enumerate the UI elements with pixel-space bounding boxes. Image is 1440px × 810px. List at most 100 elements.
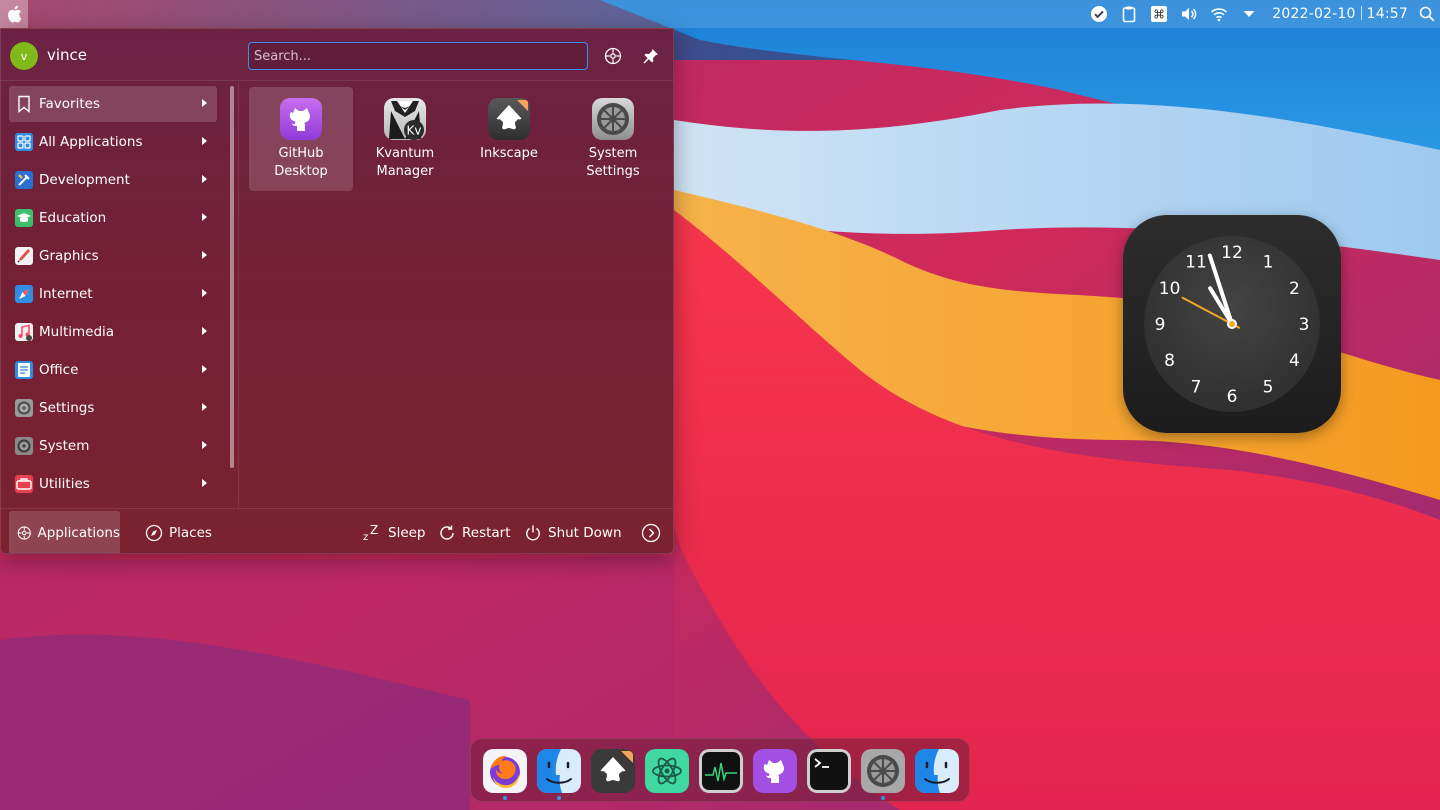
volume-icon bbox=[1182, 8, 1197, 20]
firefox-icon bbox=[483, 749, 527, 793]
tray-volume-button[interactable] bbox=[1174, 0, 1204, 28]
panel-clock[interactable]: 2022-02-10 14:57 bbox=[1264, 6, 1414, 22]
top-panel: ⌘ 2022-02-10 14:57 bbox=[0, 0, 1440, 28]
activity-monitor-icon bbox=[699, 749, 743, 793]
app-tile-system-settings[interactable]: System Settings bbox=[561, 87, 665, 191]
clock-numeral: 5 bbox=[1263, 377, 1274, 397]
dock-item-activity-monitor[interactable] bbox=[699, 749, 743, 793]
more-actions-button[interactable] bbox=[641, 511, 667, 553]
sidebar-item-internet[interactable]: Internet bbox=[9, 276, 217, 312]
sidebar-item-multimedia[interactable]: Multimedia bbox=[9, 314, 217, 350]
sidebar-item-label: Settings bbox=[39, 400, 95, 416]
app-tile-inkscape[interactable]: Inkscape bbox=[457, 87, 561, 191]
search-input[interactable] bbox=[248, 42, 588, 70]
sleep-label: Sleep bbox=[388, 525, 426, 541]
github-desktop-icon bbox=[753, 749, 797, 793]
sidebar-item-favorites[interactable]: Favorites bbox=[9, 86, 217, 122]
sidebar-item-graphics[interactable]: Graphics bbox=[9, 238, 217, 274]
utilities-icon bbox=[13, 473, 35, 495]
dock-item-firefox[interactable] bbox=[483, 749, 527, 793]
tab-places[interactable]: Places bbox=[137, 511, 227, 553]
sidebar-item-label: Development bbox=[39, 172, 130, 188]
command-key-icon: ⌘ bbox=[1151, 6, 1168, 22]
chevron-right-circle-icon bbox=[641, 523, 661, 543]
apple-menu-button[interactable] bbox=[0, 0, 28, 28]
dock-item-atom[interactable] bbox=[645, 749, 689, 793]
sidebar-item-office[interactable]: Office bbox=[9, 352, 217, 388]
panel-date: 2022-02-10 bbox=[1272, 6, 1356, 22]
app-label: System Settings bbox=[586, 146, 640, 179]
running-indicator bbox=[881, 796, 885, 800]
clock-numeral: 3 bbox=[1299, 315, 1310, 335]
sidebar-item-settings[interactable]: Settings bbox=[9, 390, 217, 426]
clock-numeral: 8 bbox=[1164, 351, 1175, 371]
sidebar-item-all-applications[interactable]: All Applications bbox=[9, 124, 217, 160]
submenu-arrow-icon bbox=[202, 327, 207, 335]
favorites-grid: GitHub Desktop Kv Kvantum Manager Inksca… bbox=[249, 87, 669, 507]
submenu-arrow-icon bbox=[202, 251, 207, 259]
tray-check-button[interactable] bbox=[1084, 0, 1114, 28]
office-icon bbox=[13, 359, 35, 381]
dock-item-system-settings[interactable] bbox=[861, 749, 905, 793]
sidebar-item-label: All Applications bbox=[39, 134, 143, 150]
pin-icon bbox=[643, 49, 658, 64]
configure-button[interactable] bbox=[601, 44, 625, 68]
dock-item-finder[interactable] bbox=[537, 749, 581, 793]
sidebar-item-system[interactable]: System bbox=[9, 428, 217, 464]
tray-command-button[interactable]: ⌘ bbox=[1144, 0, 1174, 28]
tray-wifi-button[interactable] bbox=[1204, 0, 1234, 28]
avatar-initial: v bbox=[20, 49, 28, 63]
clock-numeral: 12 bbox=[1221, 243, 1243, 263]
running-indicator bbox=[503, 796, 507, 800]
tab-applications-label: Applications bbox=[37, 525, 120, 541]
submenu-arrow-icon bbox=[202, 99, 207, 107]
submenu-arrow-icon bbox=[202, 441, 207, 449]
github-desktop-icon bbox=[280, 98, 322, 140]
dock-item-github-desktop[interactable] bbox=[753, 749, 797, 793]
shutdown-label: Shut Down bbox=[548, 525, 622, 541]
sidebar-item-label: Office bbox=[39, 362, 79, 378]
panel-search-button[interactable] bbox=[1414, 0, 1440, 28]
inkscape-icon bbox=[488, 98, 530, 140]
tray-expand-button[interactable] bbox=[1234, 0, 1264, 28]
submenu-arrow-icon bbox=[202, 213, 207, 221]
dock-item-inkscape[interactable] bbox=[591, 749, 635, 793]
launcher-footer: Applications Places zZ Sleep Restart Shu… bbox=[1, 508, 673, 553]
submenu-arrow-icon bbox=[202, 289, 207, 297]
sidebar-scrollbar[interactable] bbox=[230, 86, 234, 468]
tray-clipboard-button[interactable] bbox=[1114, 0, 1144, 28]
dock-item-finder-2[interactable] bbox=[915, 749, 959, 793]
system-settings-icon bbox=[861, 749, 905, 793]
user-name: vince bbox=[47, 46, 88, 64]
dock-item-terminal[interactable] bbox=[807, 749, 851, 793]
restart-button[interactable]: Restart bbox=[438, 511, 511, 553]
sidebar-item-utilities[interactable]: Utilities bbox=[9, 466, 217, 502]
sidebar-item-label: Graphics bbox=[39, 248, 99, 264]
graphics-icon bbox=[13, 245, 35, 267]
avatar[interactable]: v bbox=[10, 42, 38, 70]
sidebar-item-education[interactable]: Education bbox=[9, 200, 217, 236]
clock-divider bbox=[1360, 6, 1362, 20]
settings-gear-icon bbox=[604, 47, 622, 65]
system-tray: ⌘ 2022-02-10 14:57 bbox=[1084, 0, 1440, 28]
power-icon bbox=[526, 525, 540, 541]
analog-clock-widget[interactable]: 12 1 2 3 4 5 6 7 8 9 10 11 bbox=[1123, 215, 1341, 433]
sleep-icon: zZ bbox=[363, 524, 378, 542]
clipboard-icon bbox=[1122, 6, 1136, 23]
restart-icon bbox=[440, 525, 454, 540]
kvantum-badge: Kv bbox=[407, 124, 422, 138]
restart-label: Restart bbox=[462, 525, 511, 541]
sidebar-item-development[interactable]: Development bbox=[9, 162, 217, 198]
shutdown-button[interactable]: Shut Down bbox=[524, 511, 622, 553]
pin-button[interactable] bbox=[639, 44, 663, 68]
submenu-arrow-icon bbox=[202, 137, 207, 145]
sleep-button[interactable]: zZ Sleep bbox=[362, 511, 426, 553]
category-sidebar: Favorites All Applications Development Educ… bbox=[1, 82, 239, 508]
clock-numeral: 6 bbox=[1227, 387, 1238, 407]
app-tile-kvantum-manager[interactable]: Kv Kvantum Manager bbox=[353, 87, 457, 191]
clock-numeral: 7 bbox=[1191, 377, 1202, 397]
app-tile-github-desktop[interactable]: GitHub Desktop bbox=[249, 87, 353, 191]
education-icon bbox=[13, 207, 35, 229]
submenu-arrow-icon bbox=[202, 175, 207, 183]
tab-applications[interactable]: Applications bbox=[9, 511, 120, 553]
